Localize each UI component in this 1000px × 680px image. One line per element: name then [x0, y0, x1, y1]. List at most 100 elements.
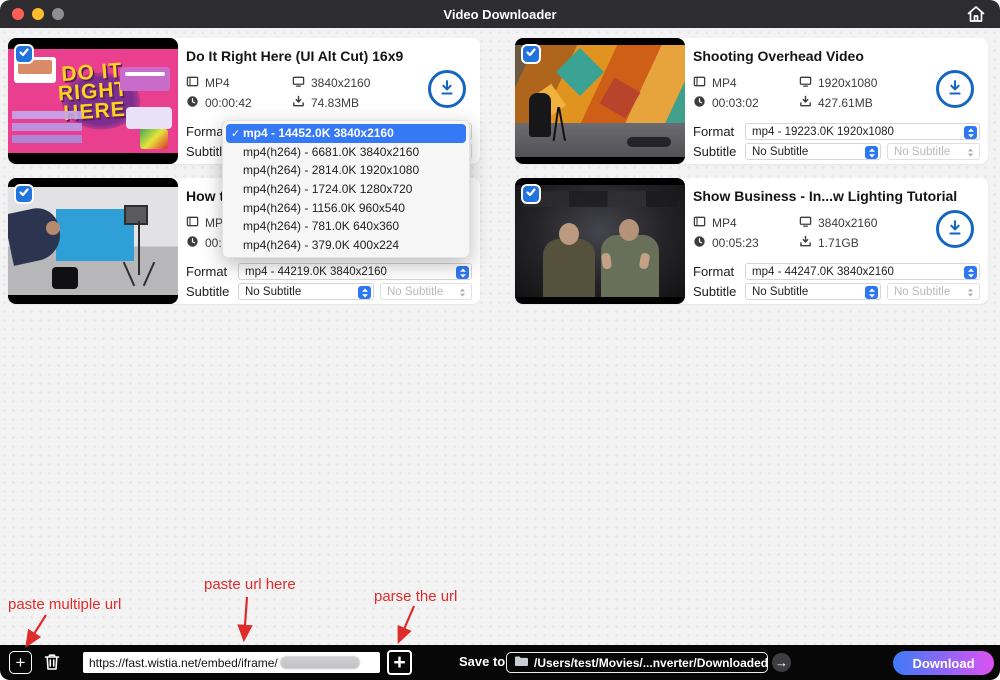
file-size: 427.61MB — [818, 96, 873, 110]
selected-checkbox[interactable] — [14, 44, 34, 64]
format-select[interactable]: mp4 - 44247.0K 3840x2160 — [745, 263, 980, 280]
stepper-icon — [358, 286, 371, 299]
download-icon — [944, 217, 966, 242]
subtitle-value: No Subtitle — [752, 286, 808, 298]
dropdown-option[interactable]: mp4(h264) - 781.0K 640x360 — [226, 217, 466, 236]
parse-url-button[interactable]: + — [387, 650, 412, 675]
home-icon — [965, 13, 987, 28]
annotation-paste-multiple-url: paste multiple url — [8, 596, 121, 613]
resolution: 3840x2160 — [818, 216, 877, 230]
resolution-icon — [292, 75, 305, 91]
file-type-icon — [693, 215, 706, 231]
url-input[interactable]: https://fast.wistia.net/embed/iframe/ — [83, 652, 380, 673]
format-label: Format — [186, 264, 238, 279]
format-label: Format — [693, 124, 745, 139]
annotation-paste-url-here: paste url here — [204, 576, 296, 593]
dropdown-option-selected[interactable]: ✓ mp4 - 14452.0K 3840x2160 — [226, 124, 466, 143]
close-window-button[interactable] — [12, 8, 24, 20]
subtitle-label: Subtitle — [693, 144, 745, 159]
selected-checkbox[interactable] — [521, 184, 541, 204]
video-title: Show Business - In...w Lighting Tutorial — [693, 188, 980, 204]
subtitle-label: Subtitle — [693, 284, 745, 299]
video-thumbnail-4[interactable] — [515, 178, 685, 304]
subtitle-value: No Subtitle — [894, 146, 950, 158]
dropdown-option[interactable]: mp4(h264) - 6681.0K 3840x2160 — [226, 143, 466, 162]
save-path-field[interactable]: /Users/test/Movies/...nverter/Downloaded — [506, 652, 768, 673]
dropdown-option[interactable]: mp4(h264) - 1156.0K 960x540 — [226, 198, 466, 217]
check-icon — [525, 45, 537, 63]
file-type-icon — [186, 215, 199, 231]
stepper-icon — [964, 266, 977, 279]
video-card-2: Shooting Overhead Video MP4 1920x1080 00… — [515, 38, 988, 164]
video-list-area: DO ITRIGHTHERE Do It Right Here (UI Alt … — [0, 28, 1000, 645]
dropdown-option[interactable]: mp4(h264) - 379.0K 400x224 — [226, 236, 466, 255]
home-button[interactable] — [964, 3, 988, 27]
file-size: 74.83MB — [311, 96, 359, 110]
duration: 00:00:42 — [205, 96, 252, 110]
resolution: 1920x1080 — [818, 76, 877, 90]
file-size-icon — [292, 95, 305, 111]
open-folder-button[interactable]: → — [772, 653, 791, 672]
delete-button[interactable] — [40, 651, 63, 674]
download-all-button[interactable]: Download — [893, 651, 994, 675]
stepper-icon — [456, 266, 469, 279]
video-thumbnail-3[interactable] — [8, 178, 178, 304]
check-icon — [525, 185, 537, 203]
selected-checkbox[interactable] — [14, 184, 34, 204]
file-size-icon — [799, 235, 812, 251]
subtitle-select-secondary: No Subtitle — [380, 283, 472, 300]
selected-checkbox[interactable] — [521, 44, 541, 64]
resolution-icon — [799, 75, 812, 91]
window-title: Video Downloader — [0, 7, 1000, 22]
thumbnail-image — [515, 185, 685, 297]
download-item-button[interactable] — [428, 70, 466, 108]
stepper-icon — [456, 286, 469, 299]
duration-icon — [693, 95, 706, 111]
duration: 00:05:23 — [712, 236, 759, 250]
format-select[interactable]: mp4 - 44219.0K 3840x2160 — [238, 263, 472, 280]
redacted-url-segment — [280, 656, 360, 669]
thumbnail-image: DO ITRIGHTHERE — [8, 49, 178, 153]
video-thumbnail-2[interactable] — [515, 38, 685, 164]
subtitle-select[interactable]: No Subtitle — [745, 283, 881, 300]
zoom-window-button[interactable] — [52, 8, 64, 20]
format-value: mp4 - 44219.0K 3840x2160 — [245, 266, 387, 278]
video-title: Shooting Overhead Video — [693, 48, 980, 64]
dropdown-option[interactable]: mp4(h264) - 1724.0K 1280x720 — [226, 180, 466, 199]
video-meta: MP4 1920x1080 00:03:02 427.61MB — [693, 74, 933, 111]
subtitle-value: No Subtitle — [752, 146, 808, 158]
file-type: MP4 — [205, 76, 230, 90]
file-size: 1.71GB — [818, 236, 859, 250]
video-card-4: Show Business - In...w Lighting Tutorial… — [515, 178, 988, 304]
app-window: Video Downloader DO ITRIGHTHERE — [0, 0, 1000, 680]
download-item-button[interactable] — [936, 70, 974, 108]
subtitle-select[interactable]: No Subtitle — [745, 143, 881, 160]
subtitle-select[interactable]: No Subtitle — [238, 283, 374, 300]
subtitle-value: No Subtitle — [894, 286, 950, 298]
video-thumbnail-1[interactable]: DO ITRIGHTHERE — [8, 38, 178, 164]
traffic-lights — [12, 0, 64, 28]
format-select[interactable]: mp4 - 19223.0K 1920x1080 — [745, 123, 980, 140]
stepper-icon — [964, 126, 977, 139]
file-type-icon — [693, 75, 706, 91]
check-icon — [18, 185, 30, 203]
add-multiple-url-button[interactable]: + — [9, 651, 32, 674]
subtitle-select-secondary: No Subtitle — [887, 283, 980, 300]
resolution: 3840x2160 — [311, 76, 370, 90]
file-type-icon — [186, 75, 199, 91]
right-arrow-icon: → — [775, 656, 788, 669]
dropdown-option[interactable]: mp4(h264) - 2814.0K 1920x1080 — [226, 161, 466, 180]
url-value: https://fast.wistia.net/embed/iframe/ — [89, 656, 278, 670]
download-item-button[interactable] — [936, 210, 974, 248]
folder-icon — [514, 655, 529, 670]
subtitle-label: Subtitle — [186, 284, 238, 299]
download-icon — [436, 77, 458, 102]
trash-icon — [41, 661, 63, 676]
file-size-icon — [799, 95, 812, 111]
subtitle-value: No Subtitle — [387, 286, 443, 298]
resolution-icon — [799, 215, 812, 231]
video-meta: MP4 3840x2160 00:00:42 74.83MB — [186, 74, 426, 111]
annotation-parse-the-url: parse the url — [374, 588, 457, 605]
file-type: MP4 — [712, 76, 737, 90]
minimize-window-button[interactable] — [32, 8, 44, 20]
